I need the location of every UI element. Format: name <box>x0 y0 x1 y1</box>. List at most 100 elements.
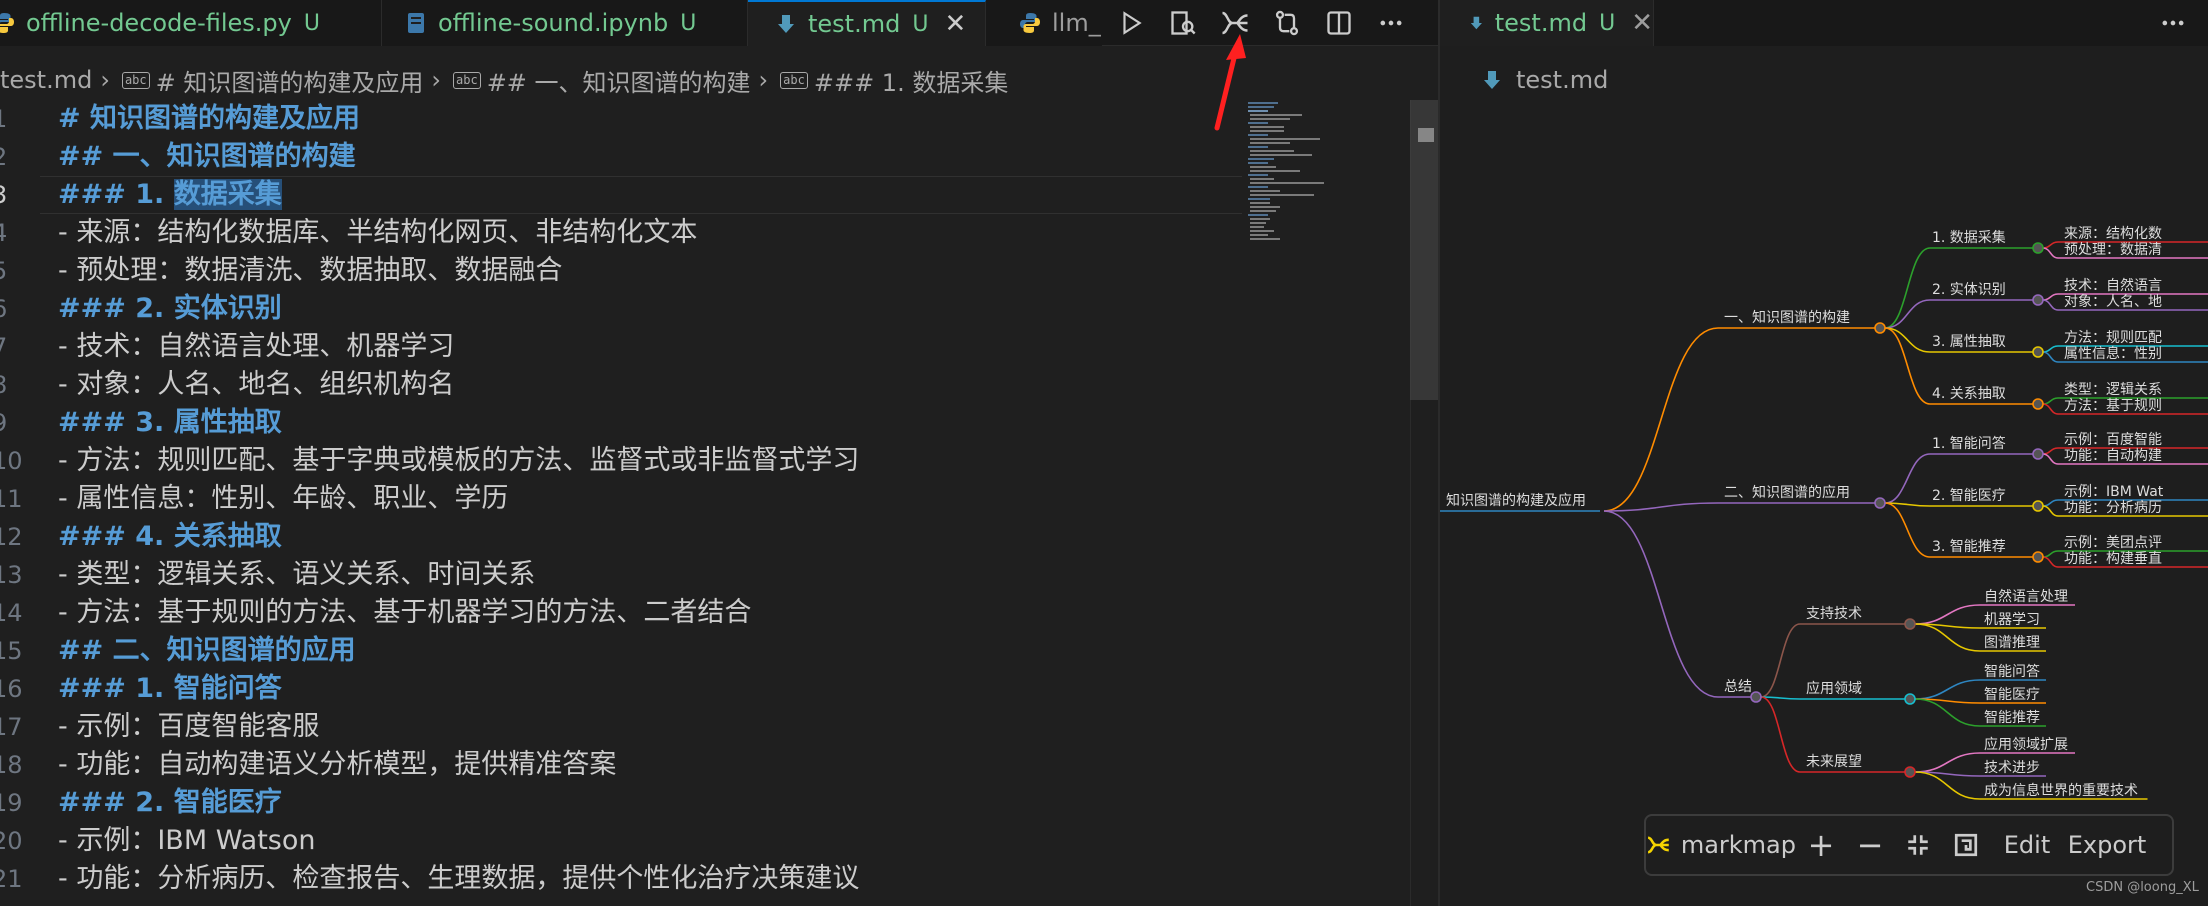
editor-line: 10 - 方法：规则匹配、基于字典或模板的方法、监督式或非监督式学习 <box>0 442 1410 480</box>
node-toggle-circle[interactable] <box>2032 551 2044 563</box>
mindmap-leaf-label[interactable]: 机器学习 <box>1984 612 2040 628</box>
node-toggle-circle[interactable] <box>1904 766 1916 778</box>
list-marker: - <box>58 217 77 248</box>
node-toggle-circle[interactable] <box>1874 497 1886 509</box>
node-toggle-circle[interactable] <box>2032 448 2044 460</box>
mindmap-leaf-label[interactable]: 成为信息世界的重要技术 <box>1984 782 2138 799</box>
recurse-button[interactable] <box>1942 814 1990 876</box>
mindmap-child-label[interactable]: 3. 属性抽取 <box>1932 334 2006 350</box>
mindmap-child-label[interactable]: 1. 智能问答 <box>1932 435 2006 452</box>
zoom-in-button[interactable]: + <box>1796 814 1846 876</box>
node-toggle-circle[interactable] <box>2032 500 2044 512</box>
mindmap-leaf-label[interactable]: 方法：基于规则 <box>2064 397 2162 414</box>
markmap-brand[interactable]: markmap <box>1646 814 1796 876</box>
tab-offline-decode-files[interactable]: offline-decode-files.py U <box>0 0 382 46</box>
mindmap-leaf-label[interactable]: 示例：百度智能 <box>2064 432 2162 448</box>
mindmap-child-label[interactable]: 支持技术 <box>1806 606 1862 622</box>
line-number: 5 <box>0 252 12 290</box>
mindmap-leaf-label[interactable]: 方法：规则匹配 <box>2064 330 2162 346</box>
line-text: ### 4. 关系抽取 <box>58 521 282 552</box>
node-toggle-circle[interactable] <box>2032 242 2044 254</box>
editor-line: 15 ## 二、知识图谱的应用 <box>0 632 1410 670</box>
selected-text: 数据采集 <box>173 179 282 210</box>
breadcrumb-item[interactable]: # 知识图谱的构建及应用 <box>156 63 424 98</box>
mindmap-branch-label[interactable]: 二、知识图谱的应用 <box>1724 484 1850 501</box>
line-text: 方法：规则匹配、基于字典或模板的方法、监督式或非监督式学习 <box>76 445 860 476</box>
mindmap-leaf-label[interactable]: 功能：分析病历 <box>2064 500 2162 516</box>
mindmap-branch-label[interactable]: 一、知识图谱的构建 <box>1724 309 1850 326</box>
mindmap-leaf-label[interactable]: 自然语言处理 <box>1984 588 2068 605</box>
list-marker: - <box>58 255 77 286</box>
mindmap-leaf-label[interactable]: 类型：逻辑关系 <box>2064 382 2162 398</box>
breadcrumb-file[interactable]: test.md <box>0 66 92 94</box>
node-toggle-circle[interactable] <box>1904 618 1916 630</box>
fit-button[interactable] <box>1894 814 1942 876</box>
node-toggle-circle[interactable] <box>2032 294 2044 306</box>
node-toggle-circle[interactable] <box>2032 346 2044 358</box>
mindmap-child-label[interactable]: 2. 智能医疗 <box>1932 488 2006 504</box>
tab-offline-sound[interactable]: offline-sound.ipynb U <box>382 0 748 46</box>
line-number: 21 <box>0 865 23 893</box>
mindmap-link <box>1884 299 1931 329</box>
list-marker: - <box>58 711 77 742</box>
mindmap-leaf-label[interactable]: 智能推荐 <box>1984 710 2040 726</box>
list-marker: - <box>58 369 77 400</box>
editor-line: 7 - 技术：自然语言处理、机器学习 <box>0 328 1410 366</box>
mindmap-leaf-label[interactable]: 示例：IBM Wat <box>2064 484 2164 500</box>
mindmap-leaf-label[interactable]: 属性信息：性别 <box>2064 345 2162 362</box>
mindmap-leaf-label[interactable]: 对象：人名、地 <box>2064 294 2162 310</box>
mindmap-leaf-label[interactable]: 应用领域扩展 <box>1984 736 2068 753</box>
mindmap-leaf-label[interactable]: 功能：自动构建 <box>2064 448 2162 464</box>
mindmap-leaf-label[interactable]: 功能：构建垂直 <box>2064 550 2162 567</box>
breadcrumb-item[interactable]: ### 1. 数据采集 <box>814 63 1008 98</box>
breadcrumb-item[interactable]: ## 一、知识图谱的构建 <box>487 63 751 98</box>
node-toggle-circle[interactable] <box>1750 691 1762 703</box>
node-toggle-circle[interactable] <box>1904 693 1916 705</box>
mindmap-child-label[interactable]: 3. 智能推荐 <box>1932 539 2006 555</box>
mindmap-child-label[interactable]: 2. 实体识别 <box>1932 282 2006 298</box>
line-text: 功能：分析病历、检查报告、生理数据，提供个性化治疗决策建议 <box>76 863 860 894</box>
open-preview-button[interactable] <box>1166 6 1200 40</box>
mindmap-link <box>2042 241 2059 249</box>
split-editor-button[interactable] <box>1322 6 1356 40</box>
list-marker: - <box>58 559 77 590</box>
run-button[interactable] <box>1114 6 1148 40</box>
line-number: 15 <box>0 637 23 665</box>
mindmap-root-label[interactable]: 知识图谱的构建及应用 <box>1446 492 1586 509</box>
mindmap-child-label[interactable]: 应用领域 <box>1806 680 1862 697</box>
editor-line: 19 ### 2. 智能医疗 <box>0 784 1410 822</box>
close-icon[interactable]: ✕ <box>944 9 966 39</box>
code-editor[interactable]: 1 # 知识图谱的构建及应用 2 ## 一、知识图谱的构建 3 ### 1. 数据采集… <box>0 100 1410 906</box>
editor-line: 3 ### 1. 数据采集 <box>0 176 1410 214</box>
export-button[interactable]: Export <box>2060 814 2154 876</box>
tab-test-md[interactable]: test.md U ✕ <box>748 0 986 46</box>
tab-label: test.md <box>808 10 901 38</box>
mindmap-leaf-label[interactable]: 智能医疗 <box>1984 687 2040 703</box>
edit-button[interactable]: Edit <box>1994 814 2060 876</box>
mindmap-leaf-label[interactable]: 示例：美团点评 <box>2064 535 2162 551</box>
markmap-mindmap[interactable]: 知识图谱的构建及应用 一、知识图谱的构建 1. 数据采集 来源：结构化数预处理：数据清… <box>1440 0 2208 906</box>
mindmap-leaf-label[interactable]: 图谱推理 <box>1984 635 2040 651</box>
tab-llm[interactable]: llm_ <box>986 0 1102 46</box>
split-icon <box>1327 11 1351 35</box>
mindmap-leaf-label[interactable]: 智能问答 <box>1984 663 2040 680</box>
mindmap-leaf-label[interactable]: 预处理：数据清 <box>2064 242 2162 258</box>
mindmap-leaf-label[interactable]: 技术进步 <box>1984 760 2040 776</box>
mindmap-link <box>1914 604 1981 625</box>
open-changes-button[interactable] <box>1270 6 1304 40</box>
mindmap-child-label[interactable]: 未来展望 <box>1806 754 1862 770</box>
mindmap-link <box>2042 556 2059 568</box>
line-text: 方法：基于规则的方法、基于机器学习的方法、二者结合 <box>76 597 752 628</box>
node-toggle-circle[interactable] <box>1874 322 1886 334</box>
mindmap-leaf-label[interactable]: 技术：自然语言 <box>2064 277 2162 294</box>
scrollbar-thumb[interactable] <box>1410 100 1438 400</box>
more-actions-button[interactable] <box>1374 6 1408 40</box>
zoom-out-button[interactable]: − <box>1846 814 1894 876</box>
mindmap-child-label[interactable]: 4. 关系抽取 <box>1932 386 2006 402</box>
mindmap-child-label[interactable]: 1. 数据采集 <box>1932 229 2006 246</box>
mindmap-link <box>1884 247 1931 329</box>
mindmap-branch-label[interactable]: 总结 <box>1724 679 1752 695</box>
symbol-string-icon: abc <box>780 71 808 89</box>
node-toggle-circle[interactable] <box>2032 398 2044 410</box>
mindmap-leaf-label[interactable]: 来源：结构化数 <box>2064 226 2162 242</box>
